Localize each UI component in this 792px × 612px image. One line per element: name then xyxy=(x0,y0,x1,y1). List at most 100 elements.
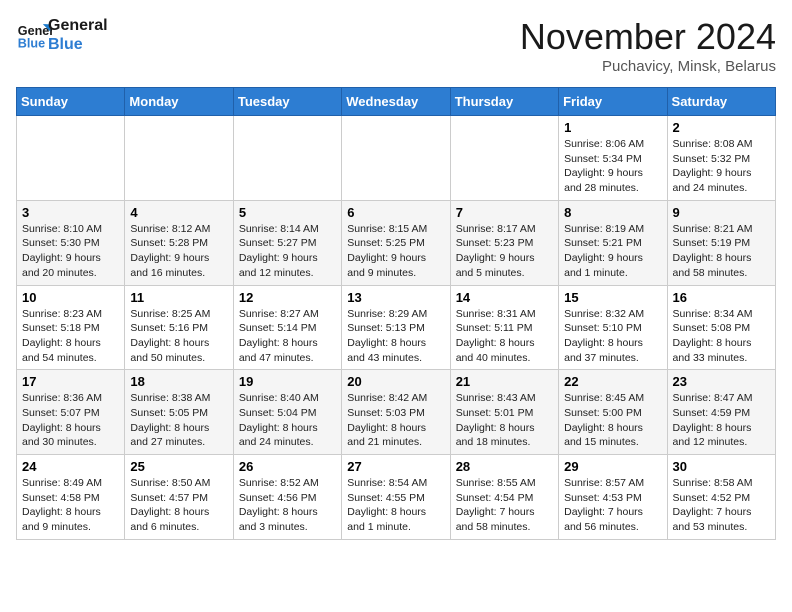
day-info: Sunrise: 8:31 AM Sunset: 5:11 PM Dayligh… xyxy=(456,307,553,366)
week-row-4: 17 Sunrise: 8:36 AM Sunset: 5:07 PM Dayli… xyxy=(17,370,776,455)
day-cell: 15 Sunrise: 8:32 AM Sunset: 5:10 PM Dayli… xyxy=(559,285,667,370)
day-number: 14 xyxy=(456,290,553,305)
day-cell: 20 Sunrise: 8:42 AM Sunset: 5:03 PM Dayli… xyxy=(342,370,450,455)
day-number: 15 xyxy=(564,290,661,305)
day-number: 23 xyxy=(673,374,770,389)
day-number: 11 xyxy=(130,290,227,305)
day-info: Sunrise: 8:40 AM Sunset: 5:04 PM Dayligh… xyxy=(239,391,336,450)
day-info: Sunrise: 8:34 AM Sunset: 5:08 PM Dayligh… xyxy=(673,307,770,366)
day-info: Sunrise: 8:27 AM Sunset: 5:14 PM Dayligh… xyxy=(239,307,336,366)
day-number: 17 xyxy=(22,374,119,389)
day-cell: 2 Sunrise: 8:08 AM Sunset: 5:32 PM Daylig… xyxy=(667,116,775,201)
day-number: 30 xyxy=(673,459,770,474)
weekday-header-saturday: Saturday xyxy=(667,88,775,116)
day-cell: 9 Sunrise: 8:21 AM Sunset: 5:19 PM Daylig… xyxy=(667,200,775,285)
weekday-header-sunday: Sunday xyxy=(17,88,125,116)
day-number: 8 xyxy=(564,205,661,220)
day-cell: 22 Sunrise: 8:45 AM Sunset: 5:00 PM Dayli… xyxy=(559,370,667,455)
day-cell: 18 Sunrise: 8:38 AM Sunset: 5:05 PM Dayli… xyxy=(125,370,233,455)
day-info: Sunrise: 8:45 AM Sunset: 5:00 PM Dayligh… xyxy=(564,391,661,450)
day-cell: 21 Sunrise: 8:43 AM Sunset: 5:01 PM Dayli… xyxy=(450,370,558,455)
day-info: Sunrise: 8:49 AM Sunset: 4:58 PM Dayligh… xyxy=(22,476,119,535)
day-number: 3 xyxy=(22,205,119,220)
day-number: 18 xyxy=(130,374,227,389)
day-cell: 26 Sunrise: 8:52 AM Sunset: 4:56 PM Dayli… xyxy=(233,455,341,540)
day-cell: 25Sunrise: 8:50 AM Sunset: 4:57 PM Dayli… xyxy=(125,455,233,540)
day-cell: 10 Sunrise: 8:23 AM Sunset: 5:18 PM Dayli… xyxy=(17,285,125,370)
day-cell: 27Sunrise: 8:54 AM Sunset: 4:55 PM Dayli… xyxy=(342,455,450,540)
day-info: Sunrise: 8:55 AM Sunset: 4:54 PM Dayligh… xyxy=(456,476,553,535)
day-number: 20 xyxy=(347,374,444,389)
day-cell xyxy=(342,116,450,201)
weekday-header-wednesday: Wednesday xyxy=(342,88,450,116)
day-number: 12 xyxy=(239,290,336,305)
location: Puchavicy, Minsk, Belarus xyxy=(520,58,776,75)
logo-icon: General Blue xyxy=(16,17,52,53)
month-title: November 2024 xyxy=(520,16,776,58)
day-cell: 6Sunrise: 8:15 AM Sunset: 5:25 PM Daylig… xyxy=(342,200,450,285)
day-number: 28 xyxy=(456,459,553,474)
day-info: Sunrise: 8:42 AM Sunset: 5:03 PM Dayligh… xyxy=(347,391,444,450)
day-info: Sunrise: 8:23 AM Sunset: 5:18 PM Dayligh… xyxy=(22,307,119,366)
day-info: Sunrise: 8:21 AM Sunset: 5:19 PM Dayligh… xyxy=(673,222,770,281)
day-info: Sunrise: 8:17 AM Sunset: 5:23 PM Dayligh… xyxy=(456,222,553,281)
day-number: 10 xyxy=(22,290,119,305)
day-info: Sunrise: 8:32 AM Sunset: 5:10 PM Dayligh… xyxy=(564,307,661,366)
day-info: Sunrise: 8:57 AM Sunset: 4:53 PM Dayligh… xyxy=(564,476,661,535)
day-number: 21 xyxy=(456,374,553,389)
day-cell: 16 Sunrise: 8:34 AM Sunset: 5:08 PM Dayli… xyxy=(667,285,775,370)
day-number: 1 xyxy=(564,120,661,135)
day-number: 7 xyxy=(456,205,553,220)
logo: General Blue General Blue xyxy=(16,16,108,54)
week-row-5: 24 Sunrise: 8:49 AM Sunset: 4:58 PM Dayli… xyxy=(17,455,776,540)
day-number: 13 xyxy=(347,290,444,305)
calendar-table: SundayMondayTuesdayWednesdayThursdayFrid… xyxy=(16,87,776,540)
day-cell xyxy=(125,116,233,201)
day-number: 19 xyxy=(239,374,336,389)
day-cell: 3Sunrise: 8:10 AM Sunset: 5:30 PM Daylig… xyxy=(17,200,125,285)
day-info: Sunrise: 8:14 AM Sunset: 5:27 PM Dayligh… xyxy=(239,222,336,281)
week-row-2: 3Sunrise: 8:10 AM Sunset: 5:30 PM Daylig… xyxy=(17,200,776,285)
day-number: 4 xyxy=(130,205,227,220)
day-cell: 29Sunrise: 8:57 AM Sunset: 4:53 PM Dayli… xyxy=(559,455,667,540)
day-number: 22 xyxy=(564,374,661,389)
day-number: 5 xyxy=(239,205,336,220)
day-info: Sunrise: 8:15 AM Sunset: 5:25 PM Dayligh… xyxy=(347,222,444,281)
day-info: Sunrise: 8:58 AM Sunset: 4:52 PM Dayligh… xyxy=(673,476,770,535)
day-info: Sunrise: 8:50 AM Sunset: 4:57 PM Dayligh… xyxy=(130,476,227,535)
day-info: Sunrise: 8:52 AM Sunset: 4:56 PM Dayligh… xyxy=(239,476,336,535)
day-info: Sunrise: 8:36 AM Sunset: 5:07 PM Dayligh… xyxy=(22,391,119,450)
day-info: Sunrise: 8:54 AM Sunset: 4:55 PM Dayligh… xyxy=(347,476,444,535)
day-number: 2 xyxy=(673,120,770,135)
day-cell xyxy=(233,116,341,201)
day-number: 24 xyxy=(22,459,119,474)
day-cell: 12 Sunrise: 8:27 AM Sunset: 5:14 PM Dayli… xyxy=(233,285,341,370)
day-cell: 7 Sunrise: 8:17 AM Sunset: 5:23 PM Daylig… xyxy=(450,200,558,285)
day-cell: 5 Sunrise: 8:14 AM Sunset: 5:27 PM Daylig… xyxy=(233,200,341,285)
day-info: Sunrise: 8:29 AM Sunset: 5:13 PM Dayligh… xyxy=(347,307,444,366)
logo-text: General Blue xyxy=(48,16,108,54)
day-info: Sunrise: 8:43 AM Sunset: 5:01 PM Dayligh… xyxy=(456,391,553,450)
day-info: Sunrise: 8:08 AM Sunset: 5:32 PM Dayligh… xyxy=(673,137,770,196)
day-cell: 11 Sunrise: 8:25 AM Sunset: 5:16 PM Dayli… xyxy=(125,285,233,370)
svg-text:Blue: Blue xyxy=(18,37,45,51)
weekday-header-row: SundayMondayTuesdayWednesdayThursdayFrid… xyxy=(17,88,776,116)
day-info: Sunrise: 8:38 AM Sunset: 5:05 PM Dayligh… xyxy=(130,391,227,450)
day-info: Sunrise: 8:19 AM Sunset: 5:21 PM Dayligh… xyxy=(564,222,661,281)
weekday-header-thursday: Thursday xyxy=(450,88,558,116)
day-number: 16 xyxy=(673,290,770,305)
day-info: Sunrise: 8:25 AM Sunset: 5:16 PM Dayligh… xyxy=(130,307,227,366)
day-number: 26 xyxy=(239,459,336,474)
day-cell: 14 Sunrise: 8:31 AM Sunset: 5:11 PM Dayli… xyxy=(450,285,558,370)
day-cell: 1Sunrise: 8:06 AM Sunset: 5:34 PM Daylig… xyxy=(559,116,667,201)
day-cell: 24 Sunrise: 8:49 AM Sunset: 4:58 PM Dayli… xyxy=(17,455,125,540)
day-cell: 23Sunrise: 8:47 AM Sunset: 4:59 PM Dayli… xyxy=(667,370,775,455)
week-row-1: 1Sunrise: 8:06 AM Sunset: 5:34 PM Daylig… xyxy=(17,116,776,201)
day-cell xyxy=(450,116,558,201)
day-cell: 19 Sunrise: 8:40 AM Sunset: 5:04 PM Dayli… xyxy=(233,370,341,455)
day-number: 9 xyxy=(673,205,770,220)
week-row-3: 10 Sunrise: 8:23 AM Sunset: 5:18 PM Dayli… xyxy=(17,285,776,370)
day-cell: 4 Sunrise: 8:12 AM Sunset: 5:28 PM Daylig… xyxy=(125,200,233,285)
day-info: Sunrise: 8:12 AM Sunset: 5:28 PM Dayligh… xyxy=(130,222,227,281)
weekday-header-friday: Friday xyxy=(559,88,667,116)
